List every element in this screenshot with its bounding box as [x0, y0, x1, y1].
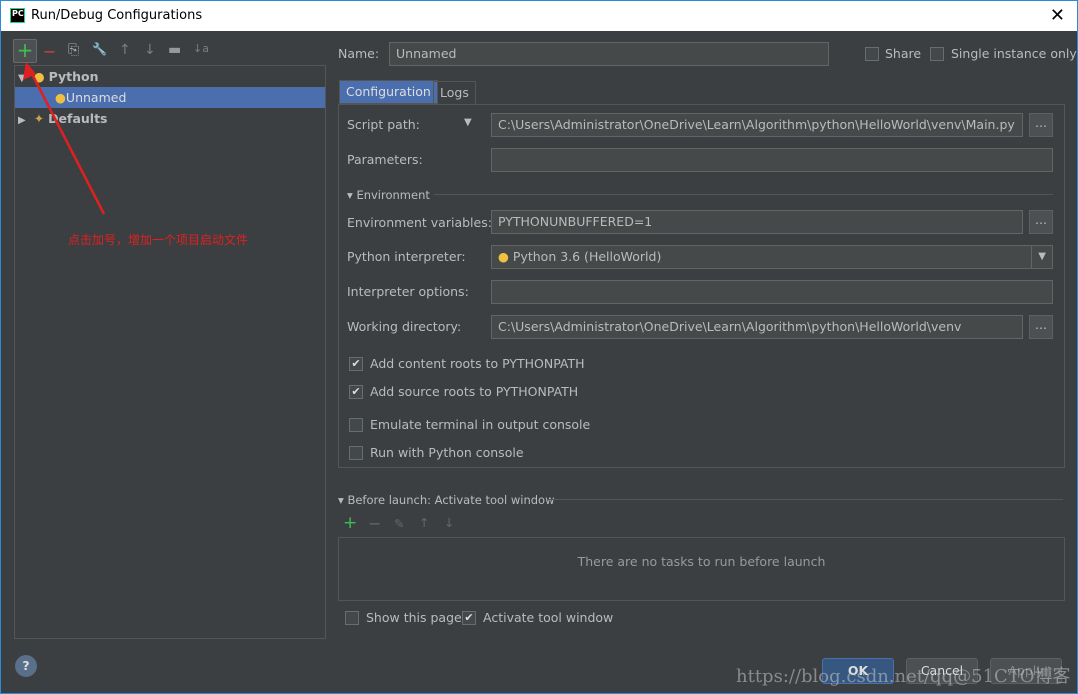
- interp-options-label: Interpreter options:: [347, 284, 469, 299]
- name-label: Name:: [338, 46, 380, 61]
- interpreter-value: Python 3.6 (HelloWorld): [512, 249, 662, 264]
- workdir-input[interactable]: C:\Users\Administrator\OneDrive\Learn\Al…: [491, 315, 1023, 339]
- show-page-checkbox[interactable]: [345, 611, 359, 625]
- divider: [548, 499, 1063, 500]
- workdir-label: Working directory:: [347, 319, 462, 334]
- python-console-label: Run with Python console: [370, 445, 524, 460]
- source-roots-label: Add source roots to PYTHONPATH: [370, 384, 579, 399]
- dropdown-icon[interactable]: ▼: [464, 117, 472, 128]
- before-launch-title: Before launch: Activate tool window: [347, 493, 555, 507]
- environment-section[interactable]: ▾ Environment: [347, 188, 430, 202]
- chevron-down-icon[interactable]: ▼: [1031, 246, 1046, 268]
- python-icon: ●: [498, 249, 509, 264]
- browse-button[interactable]: ...: [1029, 113, 1053, 137]
- close-button[interactable]: ✕: [1050, 5, 1065, 26]
- add-task-icon[interactable]: +: [343, 513, 357, 533]
- env-vars-browse-button[interactable]: ...: [1029, 210, 1053, 234]
- parameters-input[interactable]: [491, 148, 1053, 172]
- move-down-icon[interactable]: ↓: [444, 515, 454, 530]
- python-console-checkbox[interactable]: [349, 446, 363, 460]
- edit-task-icon[interactable]: ✎: [394, 516, 404, 531]
- script-path-label: Script path:: [347, 117, 420, 132]
- source-roots-checkbox[interactable]: ✔: [349, 385, 363, 399]
- emulate-terminal-label: Emulate terminal in output console: [370, 417, 591, 432]
- script-path-input[interactable]: C:\Users\Administrator\OneDrive\Learn\Al…: [491, 113, 1023, 137]
- before-launch-section[interactable]: ▾ Before launch: Activate tool window: [338, 493, 555, 507]
- share-checkbox[interactable]: [865, 47, 879, 61]
- interp-options-input[interactable]: [491, 280, 1053, 304]
- name-input[interactable]: Unnamed: [389, 42, 829, 66]
- share-label: Share: [885, 46, 922, 61]
- remove-task-icon[interactable]: −: [368, 514, 381, 533]
- show-page-label: Show this page: [366, 610, 462, 625]
- interpreter-select[interactable]: ● Python 3.6 (HelloWorld) ▼: [491, 245, 1053, 269]
- tasks-list: There are no tasks to run before launch: [338, 537, 1065, 601]
- interpreter-label: Python interpreter:: [347, 249, 466, 264]
- env-vars-label: Environment variables:: [347, 215, 492, 230]
- move-up-icon[interactable]: ↑: [419, 515, 429, 530]
- annotation-text: 点击加号，增加一个项目启动文件: [68, 233, 249, 247]
- workdir-browse-button[interactable]: ...: [1029, 315, 1053, 339]
- empty-tasks-text: There are no tasks to run before launch: [577, 554, 826, 569]
- tab-logs[interactable]: Logs: [433, 81, 476, 105]
- environment-label: Environment: [356, 188, 430, 202]
- annotation-arrow: [23, 62, 106, 215]
- divider: [434, 194, 1053, 195]
- content-roots-label: Add content roots to PYTHONPATH: [370, 356, 585, 371]
- env-vars-input[interactable]: PYTHONUNBUFFERED=1: [491, 210, 1023, 234]
- tab-configuration[interactable]: Configuration: [339, 80, 438, 104]
- activate-tool-checkbox[interactable]: ✔: [462, 611, 476, 625]
- activate-tool-label: Activate tool window: [483, 610, 614, 625]
- emulate-terminal-checkbox[interactable]: [349, 418, 363, 432]
- single-instance-checkbox[interactable]: [930, 47, 944, 61]
- content-roots-checkbox[interactable]: ✔: [349, 357, 363, 371]
- help-button[interactable]: ?: [15, 655, 37, 677]
- watermark: https://blog.csdn.net/qq@51CTO博客: [736, 666, 1071, 687]
- single-instance-label: Single instance only: [951, 46, 1077, 61]
- parameters-label: Parameters:: [347, 152, 423, 167]
